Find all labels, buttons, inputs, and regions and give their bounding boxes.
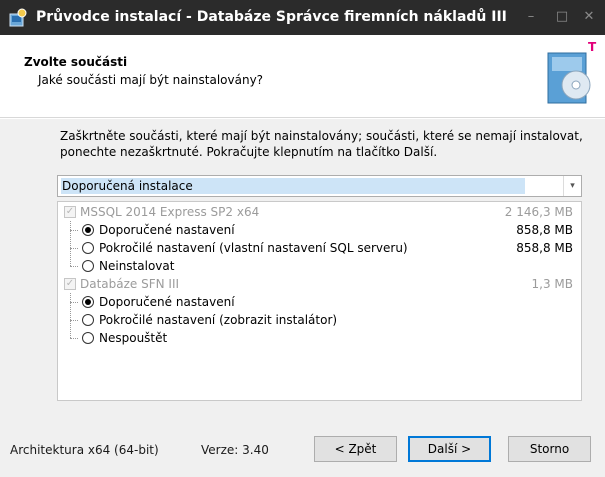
option-size: 858,8 MB — [516, 223, 573, 237]
version-label: Verze: 3.40 — [201, 443, 269, 457]
option-label: Pokročilé nastavení (vlastní nastavení S… — [99, 241, 408, 255]
radio-button[interactable] — [82, 314, 94, 326]
component-size: 2 146,3 MB — [504, 205, 573, 219]
option-label: Neinstalovat — [99, 259, 175, 273]
option-label: Doporučené nastavení — [99, 295, 235, 309]
components-tree[interactable]: ✓ MSSQL 2014 Express SP2 x64 2 146,3 MB … — [57, 201, 582, 401]
component-checkbox[interactable]: ✓ — [64, 206, 76, 218]
radio-button[interactable] — [82, 296, 94, 308]
cancel-button[interactable]: Storno — [508, 436, 591, 462]
option-row[interactable]: Doporučené nastavení — [58, 293, 581, 311]
option-size: 858,8 MB — [516, 241, 573, 255]
component-size: 1,3 MB — [531, 277, 573, 291]
architecture-label: Architektura x64 (64-bit) — [10, 443, 159, 457]
minimize-button[interactable]: – — [521, 8, 541, 26]
radio-button[interactable] — [82, 332, 94, 344]
option-row[interactable]: Doporučené nastavení 858,8 MB — [58, 221, 581, 239]
components-page: Zaškrtněte součásti, které mají být nain… — [0, 119, 605, 424]
option-label: Nespouštět — [99, 331, 168, 345]
svg-text:T: T — [588, 40, 597, 54]
installer-app-icon — [8, 8, 28, 28]
install-type-value: Doporučená instalace — [61, 178, 525, 194]
component-label: MSSQL 2014 Express SP2 x64 — [80, 205, 260, 219]
wizard-header: Zvolte součásti Jaké součásti mají být n… — [0, 35, 605, 118]
next-button[interactable]: Další > — [408, 436, 491, 462]
option-row[interactable]: Pokročilé nastavení (zobrazit instalátor… — [58, 311, 581, 329]
component-row-mssql[interactable]: ✓ MSSQL 2014 Express SP2 x64 2 146,3 MB — [58, 203, 581, 221]
option-label: Pokročilé nastavení (zobrazit instalátor… — [99, 313, 338, 327]
option-row[interactable]: Nespouštět — [58, 329, 581, 347]
wizard-footer: Architektura x64 (64-bit) Verze: 3.40 < … — [0, 424, 605, 477]
instruction-text: Zaškrtněte součásti, které mají být nain… — [60, 129, 583, 159]
component-checkbox[interactable]: ✓ — [64, 278, 76, 290]
option-row[interactable]: Neinstalovat — [58, 257, 581, 275]
option-label: Doporučené nastavení — [99, 223, 235, 237]
close-button[interactable]: ✕ — [579, 8, 599, 26]
option-row[interactable]: Pokročilé nastavení (vlastní nastavení S… — [58, 239, 581, 257]
component-row-sfn[interactable]: ✓ Databáze SFN III 1,3 MB — [58, 275, 581, 293]
install-type-select[interactable]: Doporučená instalace ▾ — [57, 175, 582, 197]
maximize-button[interactable]: □ — [552, 8, 572, 26]
component-label: Databáze SFN III — [80, 277, 180, 291]
radio-button[interactable] — [82, 260, 94, 272]
back-button[interactable]: < Zpět — [314, 436, 397, 462]
title-bar: Průvodce instalací - Databáze Správce fi… — [0, 0, 605, 35]
setup-box-icon: T — [542, 39, 602, 109]
window-title: Průvodce instalací - Databáze Správce fi… — [36, 9, 507, 25]
radio-button[interactable] — [82, 242, 94, 254]
page-subtitle: Jaké součásti mají být nainstalovány? — [38, 73, 264, 87]
page-title: Zvolte součásti — [24, 55, 128, 69]
radio-button[interactable] — [82, 224, 94, 236]
chevron-down-icon[interactable]: ▾ — [563, 176, 581, 196]
